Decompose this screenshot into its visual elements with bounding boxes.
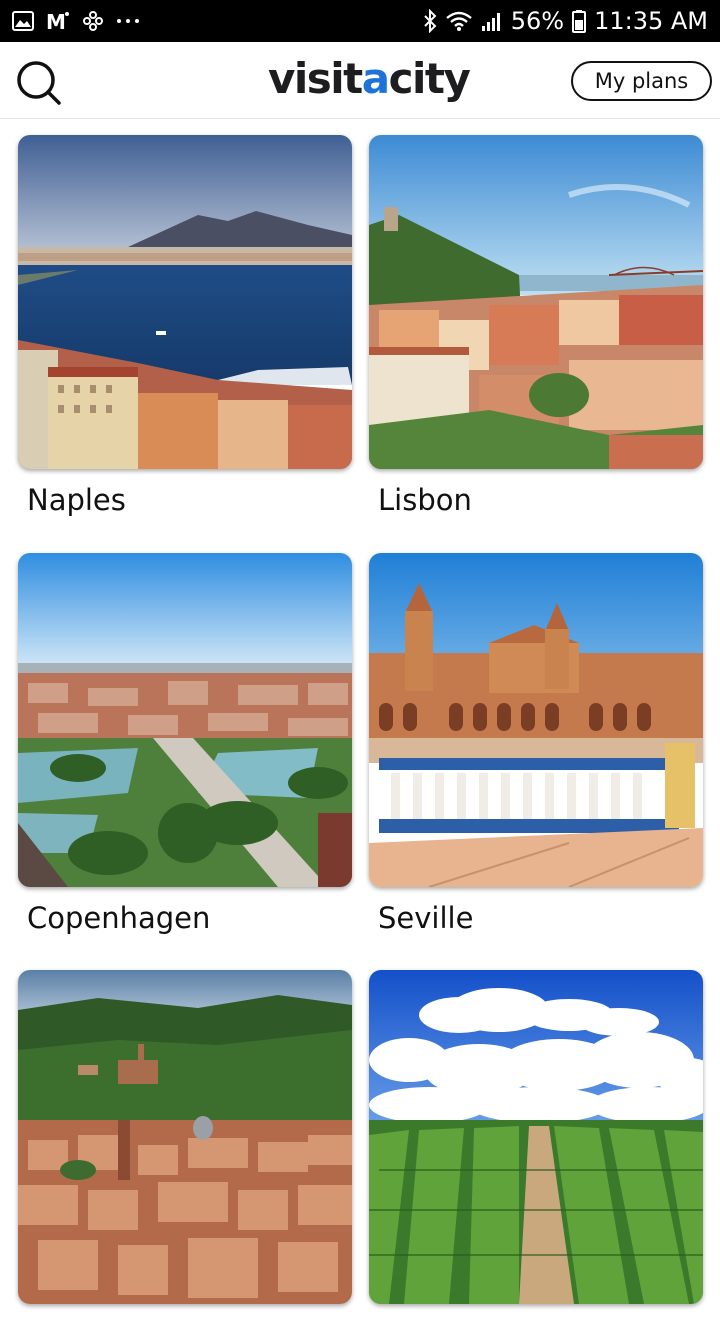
city-name[interactable]: Lisbon	[369, 483, 703, 517]
city-photo-6[interactable]	[369, 970, 703, 1304]
my-plans-button[interactable]: My plans	[571, 61, 712, 101]
city-photo-5[interactable]	[18, 970, 352, 1304]
pinwheel-icon	[82, 10, 104, 32]
city-photo-naples[interactable]	[18, 135, 352, 469]
logo-accent: a	[361, 54, 390, 103]
clock: 11:35 AM	[594, 7, 708, 35]
city-card-seville[interactable]: Seville	[369, 553, 703, 935]
city-photo-copenhagen[interactable]	[18, 553, 352, 887]
logo-prefix: visit	[268, 54, 363, 103]
city-card-6[interactable]	[369, 970, 703, 1318]
wifi-icon	[445, 10, 473, 32]
gmail-icon: M	[46, 11, 70, 31]
logo-suffix: city	[388, 54, 471, 103]
city-photo-lisbon[interactable]	[369, 135, 703, 469]
naples-photo	[18, 135, 352, 469]
copenhagen-photo	[18, 553, 352, 887]
city-card-naples[interactable]: Naples	[18, 135, 352, 517]
more-dots-icon	[116, 17, 140, 25]
image-icon	[12, 11, 34, 31]
search-button[interactable]	[14, 58, 64, 108]
city-photo-seville[interactable]	[369, 553, 703, 887]
battery-icon	[572, 9, 587, 33]
svg-text:M: M	[46, 11, 66, 31]
app-header: visitacity My plans	[0, 42, 720, 119]
city-name[interactable]: Seville	[369, 901, 703, 935]
city-card-5[interactable]	[18, 970, 352, 1318]
city-card-lisbon[interactable]: Lisbon	[369, 135, 703, 517]
visitacity-logo[interactable]: visitacity	[268, 54, 471, 104]
lisbon-photo	[369, 135, 703, 469]
hill-town-photo	[18, 970, 352, 1304]
search-icon	[17, 61, 61, 105]
battery-percent: 56%	[510, 7, 565, 35]
vineyard-photo	[369, 970, 703, 1304]
seville-photo	[369, 553, 703, 887]
status-bar: M 56% 11:35 AM	[0, 0, 720, 42]
city-name[interactable]: Naples	[18, 483, 352, 517]
bluetooth-icon	[423, 9, 437, 33]
city-card-copenhagen[interactable]: Copenhagen	[18, 553, 352, 935]
city-name[interactable]: Copenhagen	[18, 901, 352, 935]
signal-icon	[481, 10, 503, 32]
